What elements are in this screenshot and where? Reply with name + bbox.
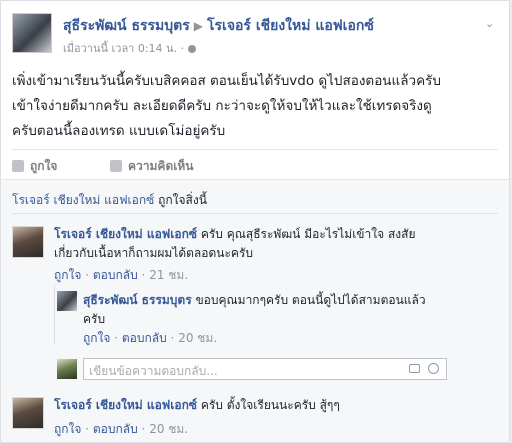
- thumbs-up-icon: [12, 160, 24, 172]
- post-body: เพิ่งเข้ามาเรียนวันนี้ครับเบสิคคอส ตอนเย…: [12, 69, 502, 144]
- post-actions: ถูกใจ ความคิดเห็น: [12, 149, 498, 180]
- comment-meta: ถูกใจ · ตอบกลับ · 21 ชม.: [54, 268, 189, 282]
- reply-input[interactable]: เขียนข้อความตอบกลับ...: [83, 358, 447, 380]
- current-user-avatar: [57, 359, 77, 379]
- comment-label: ความคิดเห็น: [128, 159, 194, 173]
- post-line: เพิ่งเข้ามาเรียนวันนี้ครับเบสิคคอส ตอนเย…: [12, 73, 441, 89]
- commenter-avatar[interactable]: [12, 397, 44, 429]
- likes-suffix: ถูกใจสิ่งนี้: [154, 193, 207, 207]
- post-time[interactable]: เมื่อวานนี้ เวลา 0:14 น. ·: [63, 42, 184, 55]
- reply-meta: ถูกใจ · ตอบกลับ · 20 ชม.: [83, 331, 218, 345]
- likes-summary: โรเจอร์ เชียงใหม่ แอฟเอกซ์ ถูกใจสิ่งนี้: [12, 191, 207, 210]
- commenter-avatar[interactable]: [12, 226, 44, 258]
- reply-reply-link[interactable]: ตอบกลับ: [122, 331, 167, 345]
- globe-icon[interactable]: [188, 45, 197, 53]
- emoji-icon[interactable]: [428, 363, 439, 374]
- comment-button[interactable]: ความคิดเห็น: [110, 157, 193, 176]
- comment-body: ครับ ตั้งใจเรียนนะครับ สู้ๆๆ: [197, 398, 340, 412]
- comment-author[interactable]: โรเจอร์ เชียงใหม่ แอฟเอกซ์: [54, 227, 197, 241]
- reply-avatar[interactable]: [57, 291, 77, 311]
- post-line: ครับตอนนี้ลองเทรด แบบเดโม่อยู่ครับ: [12, 123, 226, 139]
- post-card: สุธีระพัฒน์ ธรรมบุตร ▶ โรเจอร์ เชียงใหม่ แ…: [0, 0, 510, 443]
- reply-time[interactable]: 20 ชม.: [178, 331, 217, 345]
- comment-time[interactable]: 21 ชม.: [149, 268, 188, 282]
- comment-reply-link[interactable]: ตอบกลับ: [93, 422, 138, 436]
- post-names: สุธีระพัฒน์ ธรรมบุตร ▶ โรเจอร์ เชียงใหม่ แ…: [63, 15, 374, 37]
- author-avatar[interactable]: [12, 13, 52, 53]
- post-header: สุธีระพัฒน์ ธรรมบุตร ▶ โรเจอร์ เชียงใหม่ แ…: [12, 13, 499, 59]
- comment-time[interactable]: 20 ชม.: [149, 422, 188, 436]
- reply-placeholder: เขียนข้อความตอบกลับ...: [89, 364, 218, 378]
- reply-author[interactable]: สุธีระพัฒน์ ธรรมบุตร: [83, 293, 192, 307]
- camera-icon[interactable]: [409, 364, 420, 373]
- author-name[interactable]: สุธีระพัฒน์ ธรรมบุตร: [63, 18, 190, 34]
- comment-meta: ถูกใจ · ตอบกลับ · 20 ชม.: [54, 422, 189, 436]
- reply-like-link[interactable]: ถูกใจ: [83, 331, 110, 345]
- target-page-name[interactable]: โรเจอร์ เชียงใหม่ แอฟเอกซ์: [207, 18, 374, 34]
- divider: [12, 213, 498, 214]
- post-meta: เมื่อวานนี้ เวลา 0:14 น. ·: [63, 39, 197, 57]
- arrow-right-icon: ▶: [193, 19, 203, 33]
- liker-name[interactable]: โรเจอร์ เชียงใหม่ แอฟเอกซ์: [12, 193, 154, 207]
- chevron-down-icon[interactable]: ⌄: [485, 17, 495, 30]
- comment-reply-link[interactable]: ตอบกลับ: [93, 268, 138, 282]
- comment-icon: [110, 160, 122, 172]
- comment-body-2: เกี่ยวกับเนื้อหาก็ถามผมได้ตลอดนะครับ: [54, 246, 254, 260]
- comment-author[interactable]: โรเจอร์ เชียงใหม่ แอฟเอกซ์: [54, 398, 197, 412]
- like-label: ถูกใจ: [30, 159, 58, 173]
- like-button[interactable]: ถูกใจ: [12, 157, 57, 176]
- comment-like-link[interactable]: ถูกใจ: [54, 268, 81, 282]
- post-line: เข้าใจง่ายดีมากครับ ละเอียดดีครับ กะว่าจ…: [12, 98, 432, 114]
- reply-body-2: ครับ: [83, 312, 106, 326]
- comment-text: โรเจอร์ เชียงใหม่ แอฟเอกซ์ ครับ ตั้งใจเร…: [54, 396, 494, 415]
- comment-text: โรเจอร์ เชียงใหม่ แอฟเอกซ์ ครับ คุณสุธีร…: [54, 225, 494, 263]
- comment-like-link[interactable]: ถูกใจ: [54, 422, 81, 436]
- reply-text: สุธีระพัฒน์ ธรรมบุตร ขอบคุณมากๆครับ ตอนน…: [83, 291, 493, 329]
- reply-thread-line: [54, 285, 55, 345]
- reply-body: ขอบคุณมากๆครับ ตอนนี้ดูไปได้สามตอนแล้ว: [191, 293, 426, 307]
- comment-body: ครับ คุณสุธีระพัฒน์ มีอะไรไม่เข้าใจ สงสั…: [197, 227, 416, 241]
